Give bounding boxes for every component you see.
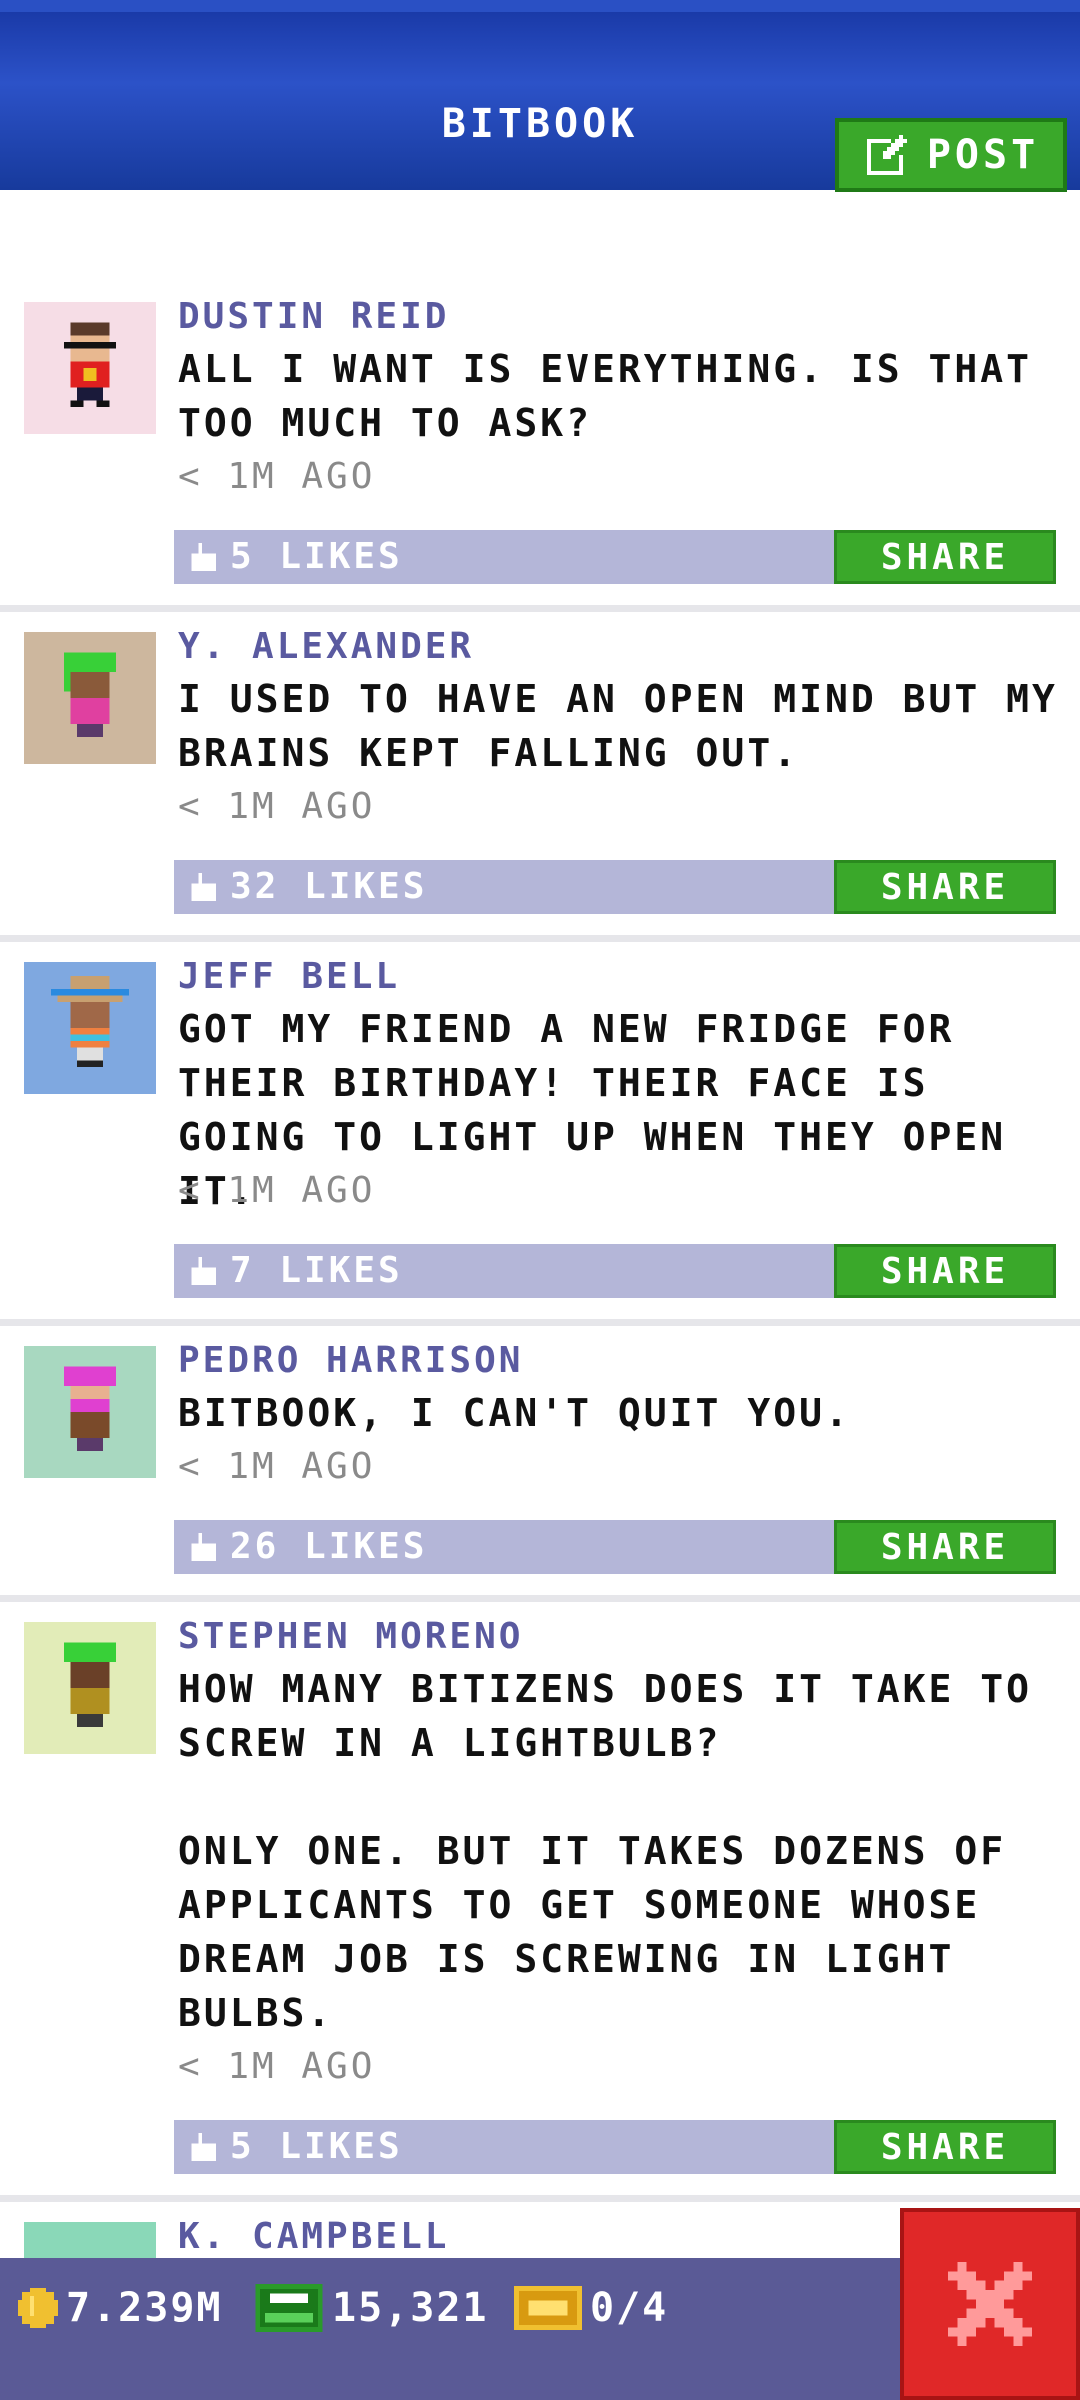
post-label: POST bbox=[926, 132, 1040, 178]
edit-icon bbox=[866, 135, 907, 175]
like-count: 32 LIKES bbox=[230, 866, 428, 907]
post-time: < 1M AGO bbox=[178, 786, 376, 827]
coins-value: 7.239M bbox=[66, 2285, 223, 2331]
coins-stat: 7.239M bbox=[18, 2258, 223, 2358]
like-button[interactable]: 32 LIKES bbox=[188, 860, 427, 914]
bitizen-avatar-icon bbox=[64, 322, 116, 407]
post-message: HOW MANY BITIZENS DOES IT TAKE TO SCREW … bbox=[178, 1667, 1032, 2035]
bitizen-avatar-icon bbox=[51, 976, 129, 1067]
like-count: 5 LIKES bbox=[230, 2126, 403, 2167]
coin-icon bbox=[18, 2288, 58, 2328]
post-time: < 1M AGO bbox=[178, 1446, 376, 1487]
share-button[interactable]: SHARE bbox=[834, 1244, 1056, 1298]
post-message: BITBOOK, I CAN'T QUIT YOU. bbox=[178, 1391, 851, 1435]
feed-post: STEPHEN MORENO HOW MANY BITIZENS DOES IT… bbox=[0, 1602, 1080, 2202]
tickets-value: 0/4 bbox=[590, 2285, 669, 2331]
thumbs-up-icon bbox=[191, 543, 216, 571]
bitizen-avatar-icon bbox=[64, 1366, 116, 1451]
like-button[interactable]: 5 LIKES bbox=[188, 530, 403, 584]
post-author[interactable]: PEDRO HARRISON bbox=[178, 1340, 523, 1381]
like-count: 7 LIKES bbox=[230, 1250, 403, 1291]
share-button[interactable]: SHARE bbox=[834, 860, 1056, 914]
like-bar: 32 LIKES SHARE bbox=[174, 860, 1056, 914]
bux-icon bbox=[255, 2284, 323, 2332]
close-button[interactable] bbox=[900, 2208, 1080, 2400]
bux-value: 15,321 bbox=[332, 2285, 489, 2331]
share-button[interactable]: SHARE bbox=[834, 1520, 1056, 1574]
post-time: < 1M AGO bbox=[178, 2046, 376, 2087]
thumbs-up-icon bbox=[191, 1533, 216, 1561]
close-icon bbox=[948, 2262, 1032, 2346]
bitizen-avatar-icon bbox=[64, 652, 116, 737]
like-bar: 5 LIKES SHARE bbox=[174, 2120, 1056, 2174]
post-button[interactable]: POST bbox=[835, 118, 1067, 192]
post-time: < 1M AGO bbox=[178, 456, 376, 497]
post-author[interactable]: Y. ALEXANDER bbox=[178, 626, 474, 667]
feed-post: PEDRO HARRISON BITBOOK, I CAN'T QUIT YOU… bbox=[0, 1326, 1080, 1602]
thumbs-up-icon bbox=[191, 1257, 216, 1285]
post-message: I USED TO HAVE AN OPEN MIND BUT MY BRAIN… bbox=[178, 677, 1058, 775]
feed-post: DUSTIN REID ALL I WANT IS EVERYTHING. IS… bbox=[0, 280, 1080, 612]
like-button[interactable]: 5 LIKES bbox=[188, 2120, 403, 2174]
avatar bbox=[24, 302, 156, 434]
post-message: ALL I WANT IS EVERYTHING. IS THAT TOO MU… bbox=[178, 347, 1032, 445]
like-button[interactable]: 26 LIKES bbox=[188, 1520, 427, 1574]
feed-post: Y. ALEXANDER I USED TO HAVE AN OPEN MIND… bbox=[0, 612, 1080, 942]
bitizen-avatar-icon bbox=[64, 1642, 116, 1727]
like-button[interactable]: 7 LIKES bbox=[188, 1244, 403, 1298]
bux-stat: 15,321 bbox=[254, 2258, 489, 2358]
post-author[interactable]: STEPHEN MORENO bbox=[178, 1616, 523, 1657]
avatar bbox=[24, 962, 156, 1094]
ticket-icon bbox=[514, 2286, 582, 2330]
post-time: < 1M AGO bbox=[178, 1170, 376, 1211]
avatar bbox=[24, 1346, 156, 1478]
like-count: 5 LIKES bbox=[230, 536, 403, 577]
like-bar: 5 LIKES SHARE bbox=[174, 530, 1056, 584]
like-bar: 7 LIKES SHARE bbox=[174, 1244, 1056, 1298]
like-count: 26 LIKES bbox=[230, 1526, 428, 1567]
thumbs-up-icon bbox=[191, 2133, 216, 2161]
app-header: BITBOOK POST bbox=[0, 0, 1080, 192]
post-author[interactable]: DUSTIN REID bbox=[178, 296, 449, 337]
thumbs-up-icon bbox=[191, 873, 216, 901]
share-button[interactable]: SHARE bbox=[834, 530, 1056, 584]
feed-post: JEFF BELL GOT MY FRIEND A NEW FRIDGE FOR… bbox=[0, 942, 1080, 1326]
share-button[interactable]: SHARE bbox=[834, 2120, 1056, 2174]
avatar bbox=[24, 632, 156, 764]
post-author[interactable]: JEFF BELL bbox=[178, 956, 400, 997]
tickets-stat: 0/4 bbox=[514, 2258, 668, 2358]
like-bar: 26 LIKES SHARE bbox=[174, 1520, 1056, 1574]
post-author[interactable]: K. CAMPBELL bbox=[178, 2216, 449, 2257]
avatar bbox=[24, 1622, 156, 1754]
